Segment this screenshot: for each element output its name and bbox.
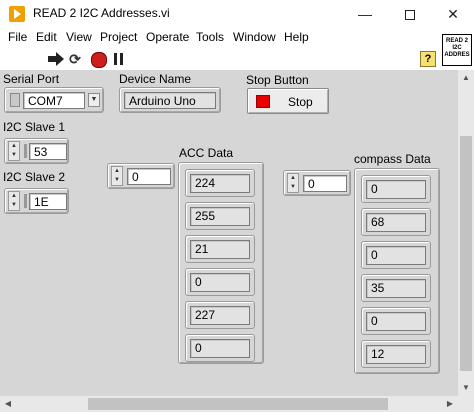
acc-data-array: 224 255 21 0 227 0 bbox=[178, 162, 264, 364]
scroll-down-icon[interactable]: ▼ bbox=[458, 380, 474, 396]
array-element-value: 21 bbox=[190, 240, 250, 259]
vertical-scrollbar[interactable]: ▲ ▼ bbox=[458, 70, 474, 396]
array-element: 0 bbox=[185, 334, 255, 362]
menu-help[interactable]: Help bbox=[284, 30, 309, 44]
i2c-slave-1-value[interactable]: 53 bbox=[29, 143, 67, 160]
array-element-value: 0 bbox=[366, 180, 426, 199]
menu-tools[interactable]: Tools bbox=[196, 30, 224, 44]
toolbar: ⟳ bbox=[0, 48, 474, 70]
menu-project[interactable]: Project bbox=[100, 30, 137, 44]
array-element: 0 bbox=[361, 241, 431, 269]
i2c-slave-1-increment[interactable]: ▲ ▼ bbox=[8, 141, 20, 161]
i2c-slave-1-control[interactable]: ▲ ▼ 53 bbox=[4, 138, 69, 164]
maximize-button[interactable] bbox=[389, 0, 431, 28]
pause-icon[interactable] bbox=[111, 51, 127, 67]
compass-index-increment[interactable]: ▲ ▼ bbox=[287, 173, 299, 193]
array-element-value: 255 bbox=[190, 207, 250, 226]
visa-resource-icon bbox=[10, 93, 20, 107]
run-arrow-icon[interactable] bbox=[48, 51, 64, 67]
array-element-value: 0 bbox=[190, 273, 250, 292]
vi-icon: READ 2 I2C ADDRES bbox=[442, 34, 472, 66]
horizontal-scroll-thumb[interactable] bbox=[88, 398, 388, 410]
close-button[interactable]: ✕ bbox=[432, 0, 474, 28]
array-element: 68 bbox=[361, 208, 431, 236]
increment-up-icon[interactable]: ▲ bbox=[9, 142, 19, 151]
scroll-up-icon[interactable]: ▲ bbox=[458, 70, 474, 86]
array-element-value: 0 bbox=[366, 246, 426, 265]
context-help-button[interactable]: ? bbox=[420, 51, 436, 67]
array-element-value: 68 bbox=[366, 213, 426, 232]
array-element: 0 bbox=[361, 175, 431, 203]
increment-up-icon[interactable]: ▲ bbox=[112, 167, 122, 176]
array-element-value: 227 bbox=[190, 306, 250, 325]
increment-down-icon[interactable]: ▼ bbox=[9, 201, 19, 210]
array-element-value: 224 bbox=[190, 174, 250, 193]
compass-data-label: compass Data bbox=[354, 152, 431, 166]
i2c-slave-2-control[interactable]: ▲ ▼ 1E bbox=[4, 188, 69, 214]
run-continuously-icon[interactable]: ⟳ bbox=[67, 51, 83, 67]
array-element-value: 0 bbox=[190, 339, 250, 358]
title-bar: READ 2 I2C Addresses.vi — ✕ bbox=[0, 0, 474, 28]
acc-index-increment[interactable]: ▲ ▼ bbox=[111, 166, 123, 186]
array-element: 227 bbox=[185, 301, 255, 329]
serial-port-control[interactable]: COM7 ▼ bbox=[4, 87, 104, 113]
menu-bar: File Edit View Project Operate Tools Win… bbox=[0, 28, 474, 48]
array-element: 0 bbox=[361, 307, 431, 335]
serial-port-label: Serial Port bbox=[3, 72, 60, 86]
scroll-left-icon[interactable]: ◀ bbox=[0, 396, 16, 412]
menu-edit[interactable]: Edit bbox=[36, 30, 57, 44]
abort-execution-icon[interactable] bbox=[90, 51, 107, 68]
scrollbar-corner bbox=[458, 396, 474, 412]
minimize-button[interactable]: — bbox=[344, 0, 386, 28]
stop-led-icon bbox=[256, 95, 270, 108]
vertical-scroll-thumb[interactable] bbox=[460, 136, 472, 371]
device-name-label: Device Name bbox=[119, 72, 192, 86]
i2c-slave-2-label: I2C Slave 2 bbox=[3, 170, 66, 184]
serial-port-dropdown-icon[interactable]: ▼ bbox=[88, 93, 100, 107]
device-name-value: Arduino Uno bbox=[124, 92, 216, 109]
menu-window[interactable]: Window bbox=[233, 30, 276, 44]
stop-button[interactable]: Stop bbox=[247, 88, 329, 114]
menu-file[interactable]: File bbox=[8, 30, 27, 44]
array-element-value: 0 bbox=[366, 312, 426, 331]
array-element-value: 35 bbox=[366, 279, 426, 298]
increment-up-icon[interactable]: ▲ bbox=[288, 174, 298, 183]
array-element: 224 bbox=[185, 169, 255, 197]
stop-button-text: Stop bbox=[288, 95, 313, 109]
radix-icon bbox=[24, 144, 27, 158]
front-panel: Serial Port COM7 ▼ Device Name Arduino U… bbox=[0, 70, 458, 396]
stop-button-label: Stop Button bbox=[246, 73, 309, 87]
menu-operate[interactable]: Operate bbox=[146, 30, 189, 44]
i2c-slave-2-increment[interactable]: ▲ ▼ bbox=[8, 191, 20, 211]
compass-index-value[interactable]: 0 bbox=[303, 175, 347, 192]
i2c-slave-1-label: I2C Slave 1 bbox=[3, 120, 66, 134]
serial-port-value[interactable]: COM7 bbox=[23, 92, 85, 109]
window-title: READ 2 I2C Addresses.vi bbox=[33, 6, 170, 20]
acc-data-label: ACC Data bbox=[179, 146, 234, 160]
radix-icon bbox=[24, 194, 27, 208]
maximize-icon bbox=[405, 10, 415, 21]
scroll-right-icon[interactable]: ▶ bbox=[442, 396, 458, 412]
array-element: 0 bbox=[185, 268, 255, 296]
labview-app-icon bbox=[9, 6, 25, 22]
array-element: 35 bbox=[361, 274, 431, 302]
array-element: 12 bbox=[361, 340, 431, 368]
array-element-value: 12 bbox=[366, 345, 426, 364]
acc-data-index[interactable]: ▲ ▼ 0 bbox=[107, 163, 175, 189]
increment-down-icon[interactable]: ▼ bbox=[112, 176, 122, 185]
horizontal-scrollbar[interactable]: ◀ ▶ bbox=[0, 396, 458, 412]
i2c-slave-2-value[interactable]: 1E bbox=[29, 193, 67, 210]
increment-down-icon[interactable]: ▼ bbox=[9, 151, 19, 160]
device-name-indicator: Arduino Uno bbox=[119, 87, 221, 113]
array-element: 255 bbox=[185, 202, 255, 230]
acc-index-value[interactable]: 0 bbox=[127, 168, 171, 185]
increment-down-icon[interactable]: ▼ bbox=[288, 183, 298, 192]
compass-data-array: 0 68 0 35 0 12 bbox=[354, 168, 440, 374]
increment-up-icon[interactable]: ▲ bbox=[9, 192, 19, 201]
compass-data-index[interactable]: ▲ ▼ 0 bbox=[283, 170, 351, 196]
array-element: 21 bbox=[185, 235, 255, 263]
menu-view[interactable]: View bbox=[66, 30, 92, 44]
